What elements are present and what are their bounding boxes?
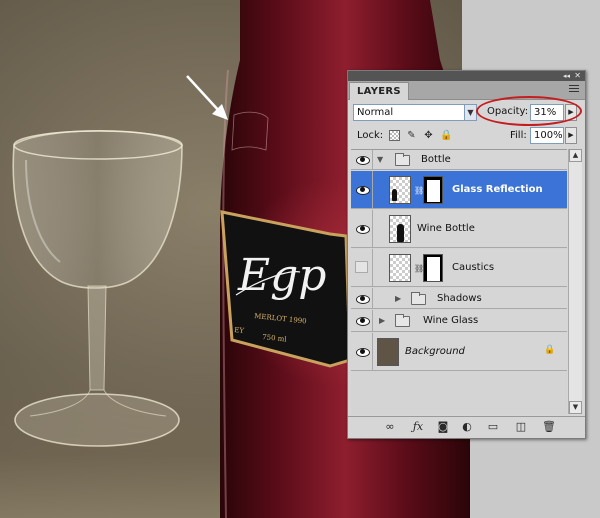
link-layers-icon[interactable]: ∞ xyxy=(382,420,398,434)
layer-row-glass-reflection[interactable]: ⛓ Glass Reflection xyxy=(351,171,567,209)
chevron-down-icon[interactable]: ▼ xyxy=(464,105,476,120)
expand-triangle-icon[interactable]: ▼ xyxy=(377,155,383,164)
visibility-toggle[interactable] xyxy=(351,150,373,169)
layer-thumbnail[interactable] xyxy=(389,176,411,204)
lock-transparent-pixels-icon[interactable] xyxy=(389,130,400,141)
eye-icon[interactable] xyxy=(355,155,370,165)
folder-icon xyxy=(395,314,410,327)
folder-icon xyxy=(411,292,426,305)
visibility-toggle[interactable] xyxy=(351,333,373,370)
lock-position-icon[interactable]: ✥ xyxy=(423,130,434,141)
eye-icon[interactable] xyxy=(355,185,370,195)
lock-all-icon[interactable]: 🔒 xyxy=(440,130,452,141)
layer-thumbnail[interactable] xyxy=(377,338,399,366)
layer-mask-thumbnail[interactable] xyxy=(423,176,443,204)
blend-mode-value: Normal xyxy=(357,107,394,118)
label-left-fragment: EY xyxy=(234,326,245,335)
layer-name: Glass Reflection xyxy=(452,184,543,195)
visibility-toggle[interactable] xyxy=(351,249,373,286)
fill-input[interactable]: 100% xyxy=(530,127,564,144)
lock-image-pixels-icon[interactable]: ✎ xyxy=(406,130,417,141)
panel-title-bar[interactable]: ◂◂ ✕ xyxy=(348,71,585,81)
layer-list-scrollbar[interactable]: ▲ ▼ xyxy=(568,149,582,414)
layer-row-wine-glass-group[interactable]: ▶ Wine Glass xyxy=(351,310,567,332)
lock-label: Lock: xyxy=(357,130,384,141)
layer-row-shadows-group[interactable]: ▶ Shadows xyxy=(351,288,567,309)
eye-icon[interactable] xyxy=(355,224,370,234)
layer-name: Wine Glass xyxy=(423,315,479,326)
layer-row-caustics[interactable]: ⛓ Caustics xyxy=(351,249,567,287)
close-panel-icon[interactable]: ✕ xyxy=(574,71,581,81)
opacity-highlight-ellipse xyxy=(476,96,582,126)
delete-layer-icon[interactable]: 🗑 xyxy=(542,420,556,434)
scroll-up-icon[interactable]: ▲ xyxy=(569,149,582,162)
layer-thumbnail[interactable] xyxy=(389,215,411,243)
layer-name: Shadows xyxy=(437,293,482,304)
tab-layers[interactable]: LAYERS xyxy=(349,82,409,100)
layer-thumbnail[interactable] xyxy=(389,254,411,282)
expand-triangle-icon[interactable]: ▶ xyxy=(395,294,401,303)
folder-icon xyxy=(395,153,410,166)
layer-name: Bottle xyxy=(421,154,451,165)
eye-icon[interactable] xyxy=(355,347,370,357)
lock-icon: 🔒 xyxy=(544,345,556,355)
expand-triangle-icon[interactable]: ▶ xyxy=(379,316,385,325)
layer-name: Background xyxy=(405,346,465,357)
layer-row-bottle-group[interactable]: ▼ Bottle xyxy=(351,150,567,170)
visibility-toggle[interactable] xyxy=(351,288,373,308)
blend-mode-select[interactable]: Normal ▼ xyxy=(353,104,477,121)
panel-bottom-toolbar: ∞ ƒx ◙ ◐ ▭ ◫ 🗑 xyxy=(348,416,585,438)
layer-row-wine-bottle[interactable]: Wine Bottle xyxy=(351,210,567,248)
fx-icon[interactable]: ƒx xyxy=(410,420,426,434)
annotation-arrow xyxy=(186,75,228,120)
collapse-panel-icon[interactable]: ◂◂ xyxy=(563,71,570,81)
visibility-toggle[interactable] xyxy=(351,210,373,247)
layer-row-background[interactable]: Background 🔒 xyxy=(351,333,567,371)
panel-menu-icon[interactable] xyxy=(569,85,579,94)
new-layer-icon[interactable]: ◫ xyxy=(514,420,528,434)
eye-icon[interactable] xyxy=(355,316,370,326)
visibility-toggle[interactable] xyxy=(351,310,373,331)
layers-panel: ◂◂ ✕ LAYERS Normal ▼ Opacity: 31% ▶ Lock… xyxy=(347,70,586,439)
layer-name: Wine Bottle xyxy=(417,223,475,234)
label-brand-script: Egp xyxy=(237,250,326,301)
adjustment-layer-icon[interactable]: ◐ xyxy=(460,420,474,434)
layer-mask-thumbnail[interactable] xyxy=(423,254,443,282)
eye-icon[interactable] xyxy=(355,294,370,304)
visibility-toggle[interactable] xyxy=(351,171,373,208)
layer-name: Caustics xyxy=(452,262,495,273)
fill-label: Fill: xyxy=(510,130,527,141)
fill-slider-button[interactable]: ▶ xyxy=(565,127,577,144)
scroll-down-icon[interactable]: ▼ xyxy=(569,401,582,414)
new-group-icon[interactable]: ▭ xyxy=(486,420,500,434)
add-mask-icon[interactable]: ◙ xyxy=(436,420,450,434)
wine-glass xyxy=(12,129,183,447)
hidden-eye-box-icon[interactable] xyxy=(355,261,368,273)
layer-list: ▼ Bottle ⛓ Glass Reflection Wine Bottle … xyxy=(351,149,567,414)
